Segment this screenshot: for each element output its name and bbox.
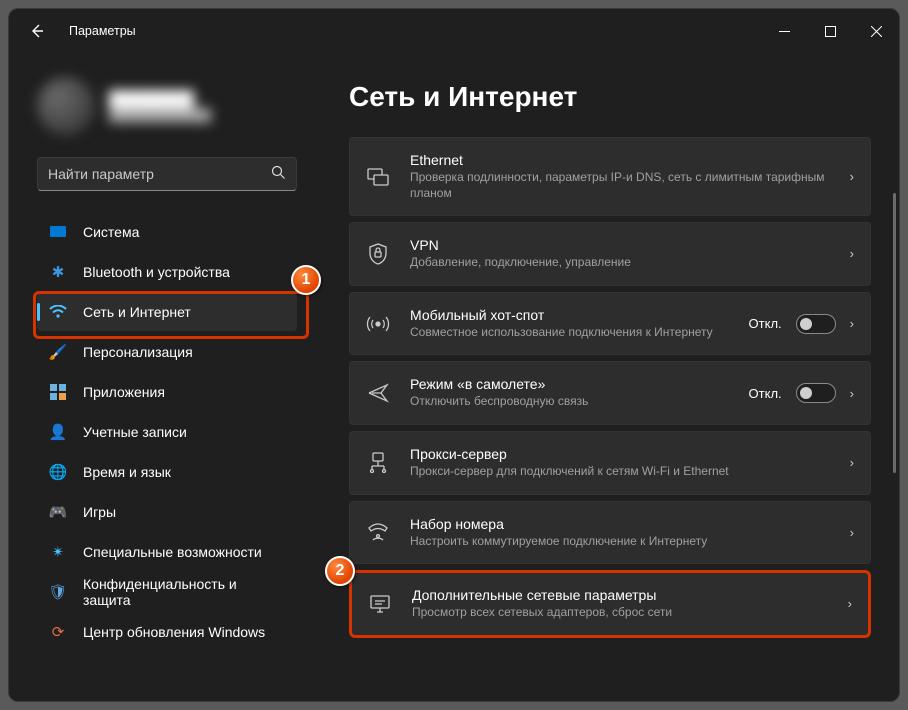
sidebar-item-label: Персонализация <box>83 344 193 360</box>
avatar <box>37 77 95 135</box>
hotspot-toggle[interactable] <box>796 314 836 334</box>
sidebar-item-label: Сеть и Интернет <box>83 304 191 320</box>
display-icon <box>49 223 67 241</box>
maximize-icon <box>825 26 836 37</box>
globe-clock-icon: 🌐 <box>49 463 67 481</box>
card-title: Мобильный хот-спот <box>410 307 731 323</box>
card-subtitle: Настроить коммутируемое подключение к Ин… <box>410 534 832 550</box>
proxy-icon <box>364 452 392 474</box>
close-icon <box>871 26 882 37</box>
card-title: Дополнительные сетевые параметры <box>412 587 830 603</box>
card-subtitle: Проверка подлинности, параметры IP-и DNS… <box>410 170 832 201</box>
callout-badge-2: 2 <box>325 556 355 586</box>
sidebar-item-label: Система <box>83 224 139 240</box>
hotspot-icon <box>364 314 392 334</box>
card-title: Набор номера <box>410 516 832 532</box>
sidebar-item-accounts[interactable]: 👤 Учетные записи <box>37 413 297 451</box>
card-title: VPN <box>410 237 832 253</box>
profile-name: ████████ <box>109 91 211 108</box>
close-button[interactable] <box>853 9 899 53</box>
titlebar: Параметры <box>9 9 899 53</box>
sidebar-item-label: Время и язык <box>83 464 171 480</box>
sidebar-item-accessibility[interactable]: ✴ Специальные возможности <box>37 533 297 571</box>
shield-icon: 🛡 <box>49 583 67 601</box>
card-proxy[interactable]: Прокси-сервер Прокси-сервер для подключе… <box>349 431 871 495</box>
minimize-button[interactable] <box>761 9 807 53</box>
sidebar-item-apps[interactable]: Приложения <box>37 373 297 411</box>
card-subtitle: Совместное использование подключения к И… <box>410 325 731 341</box>
toggle-state: Откл. <box>749 316 782 331</box>
profile-email: ████████████ <box>109 108 211 122</box>
card-title: Прокси-сервер <box>410 446 832 462</box>
card-title: Режим «в самолете» <box>410 376 731 392</box>
wifi-icon <box>49 303 67 321</box>
bluetooth-icon: ✱ <box>49 263 67 281</box>
card-dialup[interactable]: Набор номера Настроить коммутируемое под… <box>349 501 871 565</box>
sidebar-item-network[interactable]: Сеть и Интернет <box>37 293 297 331</box>
settings-list: Ethernet Проверка подлинности, параметры… <box>349 137 871 638</box>
gamepad-icon: 🎮 <box>49 503 67 521</box>
sidebar-item-label: Игры <box>83 504 116 520</box>
window-controls <box>761 9 899 53</box>
sidebar-item-bluetooth[interactable]: ✱ Bluetooth и устройства <box>37 253 297 291</box>
card-airplane[interactable]: Режим «в самолете» Отключить беспроводну… <box>349 361 871 425</box>
profile-block[interactable]: ████████ ████████████ <box>37 77 297 135</box>
content-area: Сеть и Интернет Ethernet Проверка подлин… <box>309 53 899 701</box>
chevron-right-icon: › <box>850 455 854 470</box>
person-icon: 👤 <box>49 423 67 441</box>
airplane-icon <box>364 382 392 404</box>
chevron-right-icon: › <box>850 169 854 184</box>
card-advanced-network[interactable]: Дополнительные сетевые параметры Просмот… <box>349 570 871 638</box>
card-vpn[interactable]: VPN Добавление, подключение, управление … <box>349 222 871 286</box>
chevron-right-icon: › <box>848 596 852 611</box>
search-icon <box>271 165 286 183</box>
settings-window: Параметры ████████ ████████████ <box>8 8 900 702</box>
card-ethernet[interactable]: Ethernet Проверка подлинности, параметры… <box>349 137 871 216</box>
scrollbar-thumb[interactable] <box>893 193 896 473</box>
chevron-right-icon: › <box>850 316 854 331</box>
sidebar-item-privacy[interactable]: 🛡 Конфиденциальность и защита <box>37 573 297 611</box>
shield-lock-icon <box>364 243 392 265</box>
arrow-left-icon <box>29 23 45 39</box>
card-subtitle: Просмотр всех сетевых адаптеров, сброс с… <box>412 605 830 621</box>
ethernet-icon <box>364 168 392 186</box>
monitor-settings-icon <box>366 594 394 614</box>
card-subtitle: Прокси-сервер для подключений к сетям Wi… <box>410 464 832 480</box>
phone-icon <box>364 522 392 542</box>
airplane-toggle[interactable] <box>796 383 836 403</box>
sidebar-item-label: Специальные возможности <box>83 544 262 560</box>
search-box[interactable] <box>37 157 297 191</box>
brush-icon: 🖌️ <box>49 343 67 361</box>
sidebar-item-time-language[interactable]: 🌐 Время и язык <box>37 453 297 491</box>
sidebar-item-label: Приложения <box>83 384 165 400</box>
search-input[interactable] <box>48 166 271 182</box>
page-title: Сеть и Интернет <box>349 81 871 113</box>
minimize-icon <box>779 26 790 37</box>
card-subtitle: Добавление, подключение, управление <box>410 255 832 271</box>
sidebar-item-label: Конфиденциальность и защита <box>83 576 285 608</box>
sidebar-item-windows-update[interactable]: ⟳ Центр обновления Windows <box>37 613 297 651</box>
chevron-right-icon: › <box>850 525 854 540</box>
card-hotspot[interactable]: Мобильный хот-спот Совместное использова… <box>349 292 871 356</box>
toggle-state: Откл. <box>749 386 782 401</box>
sidebar-item-system[interactable]: Система <box>37 213 297 251</box>
accessibility-icon: ✴ <box>49 543 67 561</box>
sidebar-item-gaming[interactable]: 🎮 Игры <box>37 493 297 531</box>
sidebar: ████████ ████████████ Система ✱ Bluetoot… <box>9 53 309 701</box>
card-title: Ethernet <box>410 152 832 168</box>
sidebar-item-label: Учетные записи <box>83 424 187 440</box>
apps-icon <box>49 383 67 401</box>
nav-list: Система ✱ Bluetooth и устройства Сеть и … <box>37 213 297 651</box>
card-subtitle: Отключить беспроводную связь <box>410 394 731 410</box>
back-button[interactable] <box>15 9 59 53</box>
callout-badge-1: 1 <box>291 265 321 295</box>
window-title: Параметры <box>69 24 136 38</box>
chevron-right-icon: › <box>850 246 854 261</box>
update-icon: ⟳ <box>49 623 67 641</box>
maximize-button[interactable] <box>807 9 853 53</box>
chevron-right-icon: › <box>850 386 854 401</box>
sidebar-item-label: Bluetooth и устройства <box>83 264 230 280</box>
sidebar-item-personalization[interactable]: 🖌️ Персонализация <box>37 333 297 371</box>
sidebar-item-label: Центр обновления Windows <box>83 624 265 640</box>
